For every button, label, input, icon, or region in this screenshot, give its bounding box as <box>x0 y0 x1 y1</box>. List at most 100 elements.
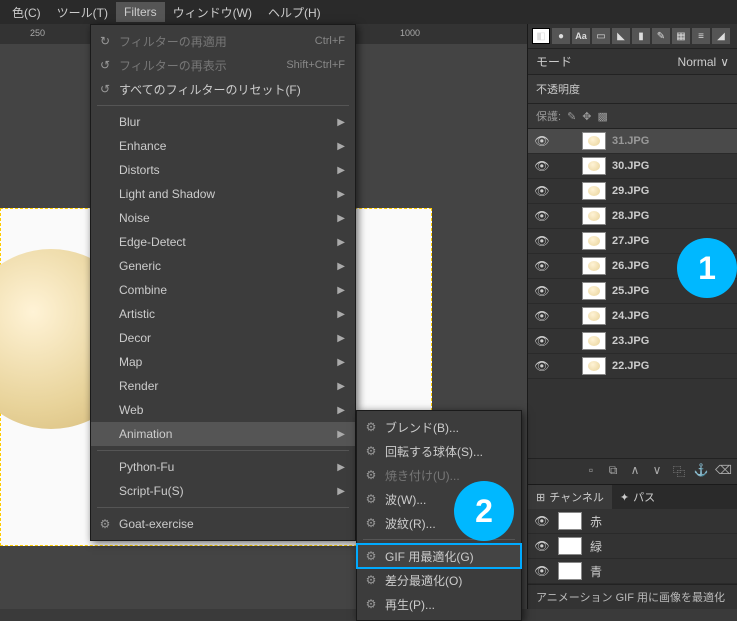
chevron-right-icon: ▶ <box>337 261 345 272</box>
gear-icon: ⚙ <box>364 468 378 482</box>
menu-item[interactable]: ⚙再生(P)... <box>357 592 521 616</box>
duplicate-icon[interactable]: ⿻ <box>671 463 687 480</box>
layer-name: 23.JPG <box>612 335 649 347</box>
menu-item[interactable]: ⚙差分最適化(O) <box>357 568 521 592</box>
layer-row[interactable]: 👁 24.JPG <box>528 304 737 329</box>
visibility-icon[interactable]: 👁 <box>534 159 550 173</box>
checker-icon[interactable]: ▩ <box>598 110 608 123</box>
tool-icon[interactable]: ◧ <box>532 28 550 44</box>
tool-icon[interactable]: ▦ <box>672 28 690 44</box>
tab-channel[interactable]: ⊞チャンネル <box>528 485 612 509</box>
layer-row[interactable]: 👁28.JPG <box>528 204 737 229</box>
visibility-icon[interactable]: 👁 <box>534 514 550 528</box>
layer-group-icon[interactable]: ⧉ <box>605 463 621 480</box>
anchor-icon[interactable]: ⚓ <box>693 463 709 480</box>
protect-label: 保護: <box>536 108 561 124</box>
visibility-icon[interactable]: 👁 <box>534 184 550 198</box>
menu-item[interactable]: Edge-Detect▶ <box>91 230 355 254</box>
menu-item-label: 再生(P)... <box>385 596 435 613</box>
menu-item[interactable]: Enhance ▶ <box>91 134 355 158</box>
layer-name: 25.JPG <box>612 285 649 297</box>
tool-icon[interactable]: ● <box>552 28 570 44</box>
visibility-icon[interactable]: 👁 <box>534 564 550 578</box>
gear-icon: ⚙ <box>364 516 378 530</box>
channel-row[interactable]: 👁緑 <box>528 534 737 559</box>
brush-icon[interactable]: ✎ <box>567 110 576 123</box>
menu-item-label: 焼き付け(U)... <box>385 467 460 484</box>
layer-thumbnail <box>582 182 606 200</box>
layer-thumbnail <box>582 332 606 350</box>
tool-icon[interactable]: ◣ <box>612 28 630 44</box>
visibility-icon[interactable]: 👁 <box>534 134 550 148</box>
visibility-icon[interactable]: 👁 <box>534 284 550 298</box>
channel-row[interactable]: 👁赤 <box>528 509 737 534</box>
brush-icon[interactable]: ✎ <box>652 28 670 44</box>
tool-icon[interactable]: ▮ <box>632 28 650 44</box>
path-icon: ✦ <box>620 491 629 504</box>
tool-icon[interactable]: ◢ <box>712 28 730 44</box>
visibility-icon[interactable]: 👁 <box>534 259 550 273</box>
right-panel: ◧ ● Aa ▭ ◣ ▮ ✎ ▦ ≡ ◢ モード Normal ∨ 不透明度 保… <box>527 24 737 609</box>
visibility-icon[interactable]: 👁 <box>534 309 550 323</box>
menu-item[interactable]: ⚙ブレンド(B)... <box>357 415 521 439</box>
menu-item[interactable]: ⚙GIF 用最適化(G) <box>357 544 521 568</box>
menu-item[interactable]: Light and Shadow▶ <box>91 182 355 206</box>
menu-item[interactable]: Blur▶ <box>91 110 355 134</box>
menu-item[interactable]: Animation▶ <box>91 422 355 446</box>
menu-tools[interactable]: ツール(T) <box>49 1 116 24</box>
menu-item-label: Enhance <box>119 139 166 153</box>
menu-item-label: Decor <box>119 331 151 345</box>
gear-icon: ↺ <box>98 82 112 96</box>
menu-item-label: Python-Fu <box>119 460 174 474</box>
layer-row[interactable]: 👁29.JPG <box>528 179 737 204</box>
menu-item[interactable]: Noise▶ <box>91 206 355 230</box>
layer-down-icon[interactable]: ∨ <box>649 463 665 480</box>
visibility-icon[interactable]: 👁 <box>534 359 550 373</box>
layer-row[interactable]: 👁 23.JPG <box>528 329 737 354</box>
menu-item[interactable]: ⚙Goat-exercise <box>91 512 355 536</box>
menu-item[interactable]: Render▶ <box>91 374 355 398</box>
visibility-icon[interactable]: 👁 <box>534 539 550 553</box>
layer-thumbnail <box>582 132 606 150</box>
new-layer-icon[interactable]: ▫ <box>583 463 599 480</box>
menu-item[interactable]: Map▶ <box>91 350 355 374</box>
menu-filters[interactable]: Filters <box>116 2 165 22</box>
menu-item[interactable]: Decor▶ <box>91 326 355 350</box>
visibility-icon[interactable]: 👁 <box>534 209 550 223</box>
channel-thumbnail <box>558 512 582 530</box>
menu-item[interactable]: ⚙回転する球体(S)... <box>357 439 521 463</box>
layer-row[interactable]: 👁30.JPG <box>528 154 737 179</box>
menu-help[interactable]: ヘルプ(H) <box>260 1 329 24</box>
layer-up-icon[interactable]: ∧ <box>627 463 643 480</box>
annotation-badge-1: 1 <box>677 238 737 298</box>
menu-item-label: Blur <box>119 115 140 129</box>
menu-item[interactable]: Web▶ <box>91 398 355 422</box>
channel-thumbnail <box>558 562 582 580</box>
menu-item[interactable]: Generic▶ <box>91 254 355 278</box>
move-icon[interactable]: ✥ <box>582 110 591 123</box>
layer-row[interactable]: 👁31.JPG <box>528 129 737 154</box>
menu-item[interactable]: Python-Fu▶ <box>91 455 355 479</box>
tool-icon[interactable]: Aa <box>572 28 590 44</box>
chevron-right-icon: ▶ <box>337 141 345 152</box>
visibility-icon[interactable]: 👁 <box>534 234 550 248</box>
mode-select[interactable]: Normal ∨ <box>678 55 729 69</box>
channel-row[interactable]: 👁青 <box>528 559 737 584</box>
opacity-row[interactable]: 不透明度 <box>528 75 737 104</box>
layer-row[interactable]: 👁22.JPG <box>528 354 737 379</box>
menu-window[interactable]: ウィンドウ(W) <box>165 1 260 24</box>
menu-item[interactable]: Combine▶ <box>91 278 355 302</box>
delete-icon[interactable]: ⌫ <box>715 463 731 480</box>
layer-name: 24.JPG <box>612 310 649 322</box>
menu-item[interactable]: ↺ すべてのフィルターのリセット(F) <box>91 77 355 101</box>
tool-icon[interactable]: ≡ <box>692 28 710 44</box>
menu-item[interactable]: Script-Fu(S)▶ <box>91 479 355 503</box>
tool-icon[interactable]: ▭ <box>592 28 610 44</box>
menu-item-label: すべてのフィルターのリセット(F) <box>119 81 301 98</box>
menu-item[interactable]: Artistic▶ <box>91 302 355 326</box>
menu-color[interactable]: 色(C) <box>4 1 49 24</box>
channel-thumbnail <box>558 537 582 555</box>
menu-item[interactable]: Distorts▶ <box>91 158 355 182</box>
tab-path[interactable]: ✦パス <box>612 485 663 509</box>
visibility-icon[interactable]: 👁 <box>534 334 550 348</box>
